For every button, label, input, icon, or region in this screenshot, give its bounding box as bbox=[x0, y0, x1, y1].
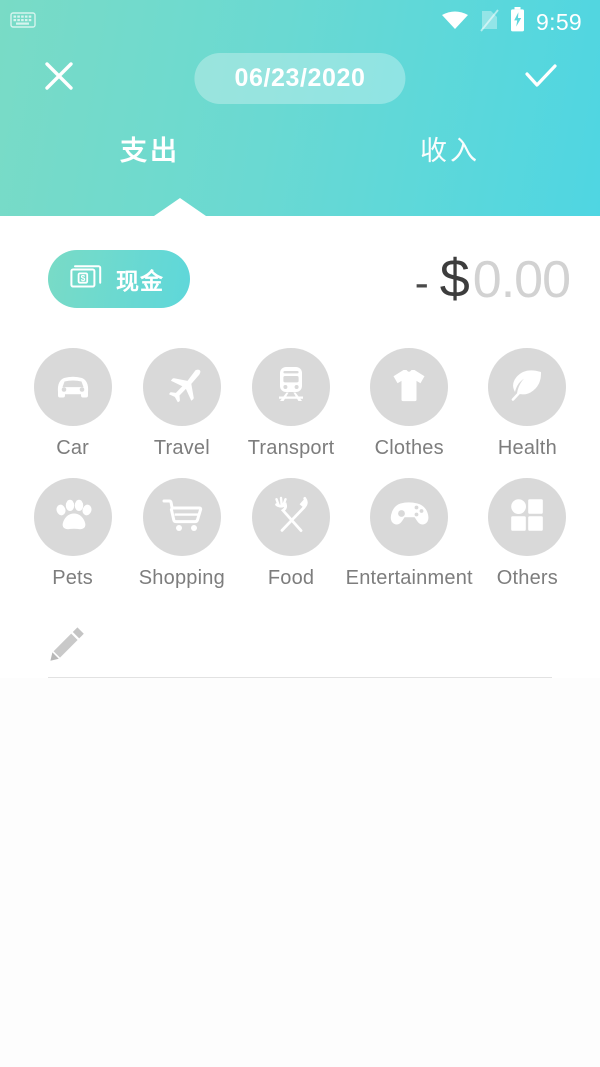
category-car[interactable]: Car bbox=[18, 348, 127, 460]
keyboard-icon bbox=[10, 11, 36, 34]
close-button[interactable] bbox=[36, 55, 82, 101]
category-icon-wrap bbox=[370, 478, 449, 556]
amount-value: 0.00 bbox=[472, 251, 571, 309]
car-icon bbox=[52, 369, 94, 406]
amount-row: $ 现金 - $ 0.00 bbox=[0, 220, 600, 330]
status-bar-clock: 9:59 bbox=[536, 8, 582, 35]
category-label: Pets bbox=[52, 567, 94, 589]
tshirt-icon bbox=[389, 367, 429, 408]
category-travel[interactable]: Travel bbox=[127, 348, 236, 460]
confirm-button[interactable] bbox=[518, 55, 564, 101]
type-tabs: 支出 收入 bbox=[0, 112, 600, 216]
category-label: Health bbox=[497, 437, 557, 459]
close-icon bbox=[42, 59, 76, 98]
category-entertainment[interactable]: Entertainment bbox=[346, 478, 473, 590]
amount-display[interactable]: - $ 0.00 bbox=[414, 248, 571, 310]
account-selector-button[interactable]: $ 现金 bbox=[48, 250, 190, 308]
date-picker-button[interactable]: 06/23/2020 bbox=[194, 52, 406, 104]
no-sim-icon bbox=[480, 8, 499, 37]
category-icon-wrap bbox=[488, 478, 567, 556]
amount-sign: - bbox=[414, 259, 429, 306]
category-clothes[interactable]: Clothes bbox=[346, 348, 473, 460]
category-icon-wrap bbox=[33, 478, 112, 556]
fork-knife-icon bbox=[271, 495, 311, 540]
category-icon-wrap bbox=[33, 348, 112, 426]
svg-text:$: $ bbox=[81, 273, 86, 283]
status-bar-left bbox=[10, 11, 36, 34]
airplane-icon bbox=[162, 366, 202, 409]
grid-squares-icon bbox=[509, 497, 545, 538]
train-icon bbox=[273, 365, 309, 410]
category-icon-wrap bbox=[252, 348, 331, 426]
category-pets[interactable]: Pets bbox=[18, 478, 127, 590]
header: 9:59 06/23/2020 支出 收入 bbox=[0, 0, 600, 216]
category-icon-wrap bbox=[370, 348, 449, 426]
category-icon-wrap bbox=[488, 348, 567, 426]
category-others[interactable]: Others bbox=[473, 478, 582, 590]
category-label: Transport bbox=[247, 437, 335, 459]
tab-expense[interactable]: 支出 bbox=[0, 129, 300, 168]
category-icon-wrap bbox=[142, 348, 221, 426]
account-label: 现金 bbox=[116, 268, 164, 294]
category-label: Entertainment bbox=[345, 567, 473, 589]
banknote-dollar-icon: $ bbox=[70, 264, 104, 295]
entry-form: $ 现金 - $ 0.00 Car Travel Transport Cloth… bbox=[0, 216, 600, 678]
wifi-icon bbox=[441, 10, 469, 35]
category-label: Travel bbox=[153, 437, 210, 459]
category-label: Others bbox=[496, 567, 558, 589]
category-icon-wrap bbox=[142, 478, 221, 556]
status-bar: 9:59 bbox=[0, 0, 600, 44]
category-label: Food bbox=[267, 567, 315, 589]
app-screen: 9:59 06/23/2020 支出 收入 $ 现金 - $ 0.00 Car … bbox=[0, 0, 600, 1067]
category-health[interactable]: Health bbox=[473, 348, 582, 460]
category-label: Clothes bbox=[374, 437, 444, 459]
category-label: Shopping bbox=[138, 567, 225, 589]
category-label: Car bbox=[56, 437, 90, 459]
status-bar-right: 9:59 bbox=[441, 7, 582, 37]
amount-currency: $ bbox=[439, 249, 470, 309]
check-icon bbox=[523, 61, 559, 96]
category-transport[interactable]: Transport bbox=[236, 348, 345, 460]
active-tab-pointer bbox=[154, 198, 206, 216]
paw-icon bbox=[52, 497, 94, 538]
tab-income[interactable]: 收入 bbox=[300, 129, 600, 168]
category-food[interactable]: Food bbox=[236, 478, 345, 590]
battery-charging-icon bbox=[510, 7, 525, 37]
gamepad-icon bbox=[387, 498, 431, 537]
header-nav-row: 06/23/2020 bbox=[0, 44, 600, 112]
category-icon-wrap bbox=[252, 478, 331, 556]
note-row[interactable] bbox=[48, 622, 552, 678]
shopping-cart-icon bbox=[161, 496, 203, 539]
leaf-icon bbox=[507, 366, 547, 409]
category-grid: Car Travel Transport Clothes Health Pets… bbox=[0, 330, 600, 600]
pencil-icon bbox=[48, 624, 88, 669]
category-shopping[interactable]: Shopping bbox=[127, 478, 236, 590]
note-input[interactable] bbox=[100, 641, 552, 669]
